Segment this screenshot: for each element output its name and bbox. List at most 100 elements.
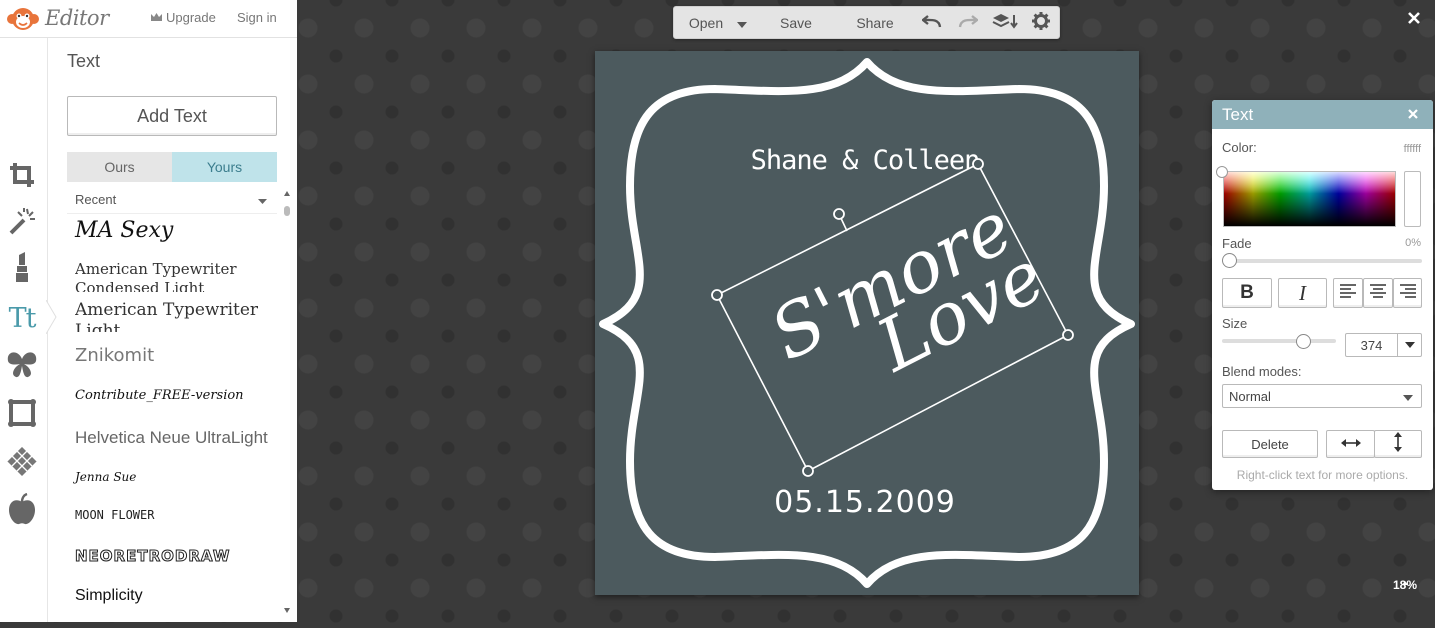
fade-label: Fade bbox=[1222, 236, 1252, 251]
flip-vertical-icon bbox=[1393, 431, 1403, 457]
chevron-down-icon bbox=[1397, 334, 1421, 356]
close-icon[interactable] bbox=[1405, 106, 1421, 122]
textures-tool[interactable] bbox=[5, 444, 39, 478]
panel-header: Text bbox=[1212, 100, 1433, 129]
font-item[interactable]: MA Sexy bbox=[75, 218, 275, 243]
font-list-scrollbar[interactable] bbox=[282, 188, 292, 618]
text-properties-panel: Text Color: ffffff Fade 0% B I Size 374 bbox=[1212, 100, 1433, 490]
layers-button[interactable] bbox=[990, 7, 1020, 38]
apple-icon bbox=[8, 493, 36, 525]
font-item[interactable]: Helvetica Neue UltraLight bbox=[75, 428, 275, 448]
flip-vertical-button[interactable] bbox=[1374, 430, 1422, 458]
settings-button[interactable] bbox=[1026, 7, 1056, 38]
align-left-icon bbox=[1340, 283, 1356, 303]
blend-mode-value: Normal bbox=[1229, 388, 1271, 404]
crop-icon bbox=[8, 161, 36, 189]
add-text-button[interactable]: Add Text bbox=[67, 96, 277, 136]
size-slider-track[interactable] bbox=[1222, 339, 1336, 343]
fade-slider-handle[interactable] bbox=[1222, 253, 1237, 268]
blend-mode-select[interactable]: Normal bbox=[1222, 384, 1422, 408]
sign-in-link[interactable]: Sign in bbox=[237, 10, 277, 25]
resize-handle-top-left[interactable] bbox=[711, 289, 723, 301]
butterfly-icon bbox=[6, 351, 38, 379]
font-item[interactable]: NEORETRODRAW bbox=[75, 547, 275, 566]
fade-slider-track[interactable] bbox=[1225, 259, 1422, 263]
font-item[interactable]: MOON FLOWER bbox=[75, 508, 275, 522]
text-tool-icon: Tt bbox=[8, 302, 37, 334]
bold-button[interactable]: B bbox=[1222, 278, 1272, 308]
crown-icon bbox=[150, 10, 163, 25]
font-list: MA Sexy American Typewriter Condensed Li… bbox=[67, 216, 279, 620]
effects-tool[interactable] bbox=[5, 204, 39, 238]
font-item[interactable]: American Typewriter Condensed Light bbox=[75, 260, 275, 292]
size-value: 374 bbox=[1360, 337, 1383, 353]
font-item[interactable]: Znikomit bbox=[75, 345, 275, 366]
top-bar: Editor Upgrade Sign in bbox=[0, 0, 297, 38]
frames-tool[interactable] bbox=[5, 396, 39, 430]
caret-down-icon bbox=[737, 15, 748, 31]
resize-handle-bottom-right[interactable] bbox=[1062, 329, 1074, 341]
color-picker-handle[interactable] bbox=[1216, 166, 1228, 178]
overlays-tool[interactable] bbox=[5, 348, 39, 382]
flip-horizontal-icon bbox=[1340, 435, 1361, 453]
blend-modes-label: Blend modes: bbox=[1222, 364, 1302, 379]
layers-icon bbox=[992, 13, 1018, 32]
zoom-level[interactable]: 18% bbox=[1385, 578, 1425, 592]
open-button[interactable]: Open bbox=[678, 7, 758, 38]
upgrade-link[interactable]: Upgrade bbox=[150, 10, 216, 25]
main-toolbar: Open Save Share bbox=[673, 6, 1060, 39]
panel-header-title: Text bbox=[1222, 105, 1254, 124]
align-right-button[interactable] bbox=[1393, 278, 1422, 308]
size-slider-handle[interactable] bbox=[1296, 334, 1311, 349]
current-color-swatch bbox=[1404, 171, 1421, 227]
text-tool[interactable]: Tt bbox=[5, 301, 39, 335]
undo-button[interactable] bbox=[918, 7, 946, 38]
open-label: Open bbox=[688, 14, 724, 31]
font-filter-dropdown[interactable]: Recent bbox=[67, 186, 277, 214]
italic-button[interactable]: I bbox=[1278, 278, 1327, 308]
font-item[interactable]: Contribute_FREE-version bbox=[75, 388, 275, 403]
magic-wand-icon bbox=[7, 206, 37, 236]
redo-button[interactable] bbox=[954, 7, 982, 38]
fade-value: 0% bbox=[1405, 237, 1421, 249]
chevron-down-icon bbox=[1403, 389, 1413, 404]
font-item[interactable]: Jenna Sue bbox=[75, 470, 275, 484]
app-brand: Editor bbox=[45, 6, 109, 30]
color-spectrum-picker[interactable] bbox=[1223, 171, 1396, 227]
size-dropdown[interactable]: 374 bbox=[1345, 333, 1422, 357]
themes-tool[interactable] bbox=[5, 492, 39, 526]
wedding-date-text[interactable]: 05.15.2009 bbox=[774, 485, 956, 520]
size-label: Size bbox=[1222, 316, 1248, 331]
share-button[interactable]: Share bbox=[844, 7, 906, 38]
active-tool-pointer bbox=[46, 300, 57, 334]
design-canvas[interactable]: Shane & Colleen 05.15.2009 S'more Love bbox=[595, 51, 1139, 595]
font-item[interactable]: American Typewriter Light bbox=[75, 300, 275, 332]
touch-up-tool[interactable] bbox=[5, 250, 39, 284]
delete-button[interactable]: Delete bbox=[1222, 430, 1318, 458]
lipstick-icon bbox=[12, 251, 32, 283]
flip-horizontal-button[interactable] bbox=[1326, 430, 1375, 458]
save-button[interactable]: Save bbox=[766, 7, 826, 38]
resize-handle-bottom-left[interactable] bbox=[802, 465, 814, 477]
tab-ours[interactable]: Ours bbox=[67, 152, 172, 182]
monkey-logo-icon[interactable] bbox=[6, 6, 40, 32]
crop-tool[interactable] bbox=[5, 158, 39, 192]
gear-icon bbox=[1032, 12, 1050, 33]
color-value: ffffff bbox=[1403, 143, 1421, 155]
left-sidebar: Editor Upgrade Sign in Tt Text Add Text … bbox=[0, 0, 297, 622]
font-source-tabs: Ours Yours bbox=[67, 152, 277, 182]
close-editor-icon[interactable] bbox=[1404, 8, 1424, 28]
tab-yours[interactable]: Yours bbox=[172, 152, 277, 182]
upgrade-label: Upgrade bbox=[166, 10, 216, 25]
redo-icon bbox=[958, 14, 979, 31]
color-label: Color: bbox=[1222, 140, 1257, 155]
resize-handle-top-right[interactable] bbox=[972, 158, 984, 170]
canvas-artwork: Shane & Colleen 05.15.2009 S'more Love bbox=[599, 58, 1135, 588]
rotate-handle[interactable] bbox=[833, 208, 845, 220]
chevron-down-icon bbox=[258, 192, 267, 207]
selected-text-object[interactable]: S'more Love bbox=[711, 158, 1074, 477]
font-item[interactable]: Simplicity bbox=[75, 587, 275, 605]
couple-names-text[interactable]: Shane & Colleen bbox=[751, 145, 981, 176]
align-left-button[interactable] bbox=[1333, 278, 1363, 308]
align-center-button[interactable] bbox=[1363, 278, 1393, 308]
